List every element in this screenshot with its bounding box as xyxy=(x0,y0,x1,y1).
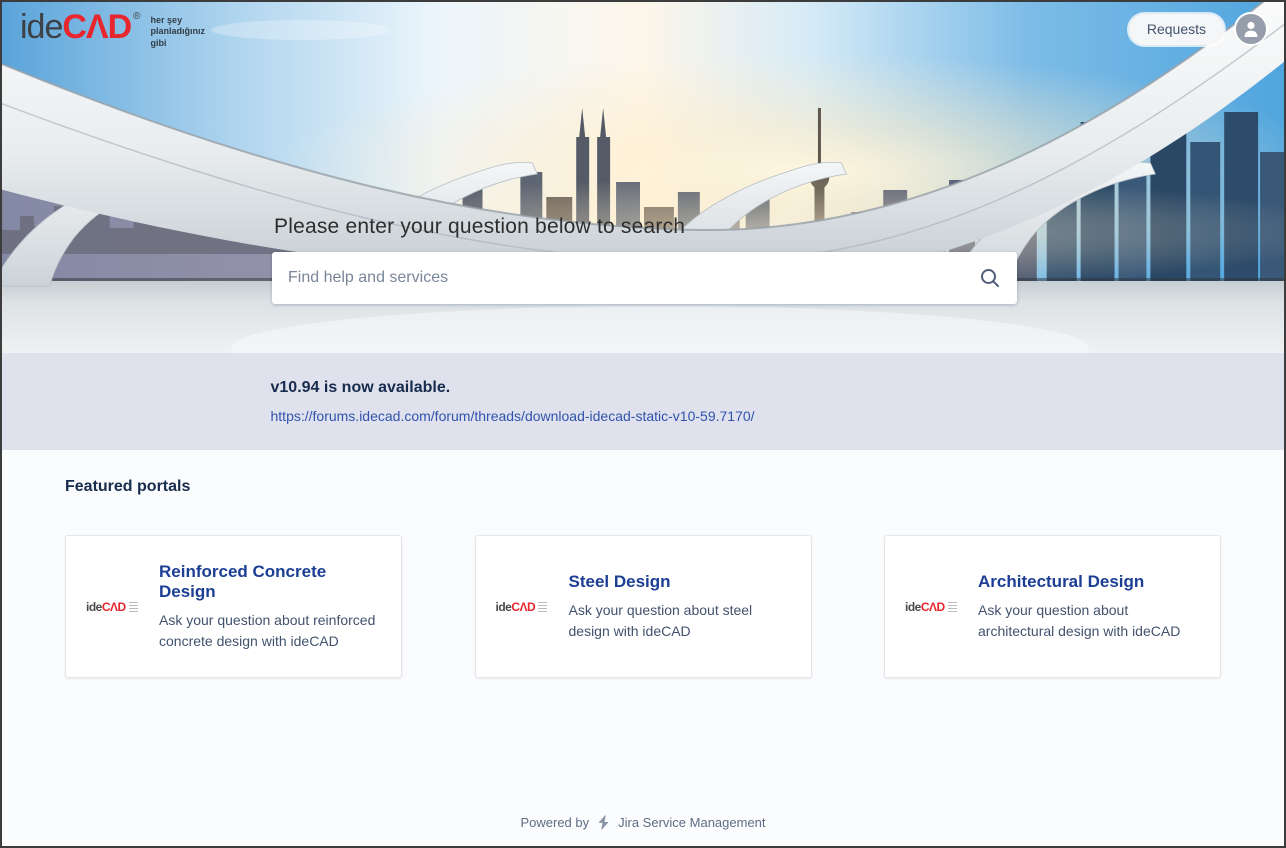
portal-card-text: Architectural Design Ask your question a… xyxy=(978,572,1198,642)
search-input[interactable] xyxy=(288,269,979,287)
logo-tagline-line3: gibi xyxy=(151,38,206,49)
logo-tagline-line2: planladığınız xyxy=(151,26,206,37)
announcement-title: v10.94 is now available. xyxy=(271,379,1016,397)
footer: Powered by Jira Service Management xyxy=(2,815,1284,830)
mini-logo-ide: ide xyxy=(86,600,102,614)
portal-card-title: Steel Design xyxy=(569,572,789,592)
logo-tagline-line1: her şey xyxy=(151,15,206,26)
idecad-mini-logo: ideCΛD xyxy=(496,600,536,614)
portal-card-description: Ask your question about architectural de… xyxy=(978,600,1198,642)
portal-cards-row: ideCΛD Reinforced Concrete Design Ask yo… xyxy=(65,535,1221,678)
idecad-mini-logo: ideCΛD xyxy=(86,600,126,614)
portal-card-description: Ask your question about reinforced concr… xyxy=(159,610,379,652)
jira-service-management-icon xyxy=(596,815,611,830)
logo-tagline: her şey planladığınız gibi xyxy=(151,15,206,49)
main-content: Featured portals ideCΛD Reinforced Concr… xyxy=(2,450,1284,846)
featured-portals-heading: Featured portals xyxy=(65,478,190,496)
mini-logo-fineprint xyxy=(948,602,957,612)
top-navigation-bar: ideCΛD® her şey planladığınız gibi Reque… xyxy=(2,2,1284,60)
jira-service-management-label: Jira Service Management xyxy=(618,815,765,830)
portal-card-architectural-design[interactable]: ideCΛD Architectural Design Ask your que… xyxy=(884,535,1221,678)
idecad-logo: ideCΛD® her şey planladığınız gibi xyxy=(20,10,205,49)
announcement-banner: v10.94 is now available. https://forums.… xyxy=(2,353,1284,450)
user-avatar-button[interactable] xyxy=(1234,12,1268,46)
person-icon xyxy=(1241,19,1261,39)
announcement-download-link[interactable]: https://forums.idecad.com/forum/threads/… xyxy=(271,408,755,424)
mini-logo-cad: CΛD xyxy=(921,600,945,614)
hero-banner: ideCΛD® her şey planladığınız gibi Reque… xyxy=(2,2,1284,353)
portal-card-logo: ideCΛD xyxy=(905,600,963,614)
logo-ide-text: ide xyxy=(20,10,62,44)
idecad-logo-wordmark: ideCΛD® xyxy=(20,10,141,44)
portal-card-logo: ideCΛD xyxy=(86,600,144,614)
powered-by-label: Powered by xyxy=(520,815,589,830)
mini-logo-ide: ide xyxy=(905,600,921,614)
mini-logo-cad: CΛD xyxy=(511,600,535,614)
mini-logo-fineprint xyxy=(538,602,547,612)
announcement-content: v10.94 is now available. https://forums.… xyxy=(271,353,1016,426)
search-bar xyxy=(272,252,1017,304)
portal-card-title: Architectural Design xyxy=(978,572,1198,592)
portal-card-logo: ideCΛD xyxy=(496,600,554,614)
mini-logo-cad: CΛD xyxy=(102,600,126,614)
topbar-actions: Requests xyxy=(1129,12,1268,46)
portal-card-steel-design[interactable]: ideCΛD Steel Design Ask your question ab… xyxy=(475,535,812,678)
mini-logo-ide: ide xyxy=(496,600,512,614)
portal-card-text: Steel Design Ask your question about ste… xyxy=(569,572,789,642)
mini-logo-fineprint xyxy=(129,602,138,612)
requests-button[interactable]: Requests xyxy=(1129,14,1224,45)
logo-cad-text: CΛD xyxy=(62,10,131,44)
search-icon[interactable] xyxy=(979,267,1001,289)
idecad-mini-logo: ideCΛD xyxy=(905,600,945,614)
portal-card-title: Reinforced Concrete Design xyxy=(159,562,379,602)
search-prompt-heading: Please enter your question below to sear… xyxy=(274,215,685,239)
portal-card-reinforced-concrete[interactable]: ideCΛD Reinforced Concrete Design Ask yo… xyxy=(65,535,402,678)
help-center-page: ideCΛD® her şey planladığınız gibi Reque… xyxy=(0,0,1286,848)
portal-card-text: Reinforced Concrete Design Ask your ques… xyxy=(159,562,379,652)
portal-card-description: Ask your question about steel design wit… xyxy=(569,600,789,642)
registered-trademark-symbol: ® xyxy=(133,12,140,22)
